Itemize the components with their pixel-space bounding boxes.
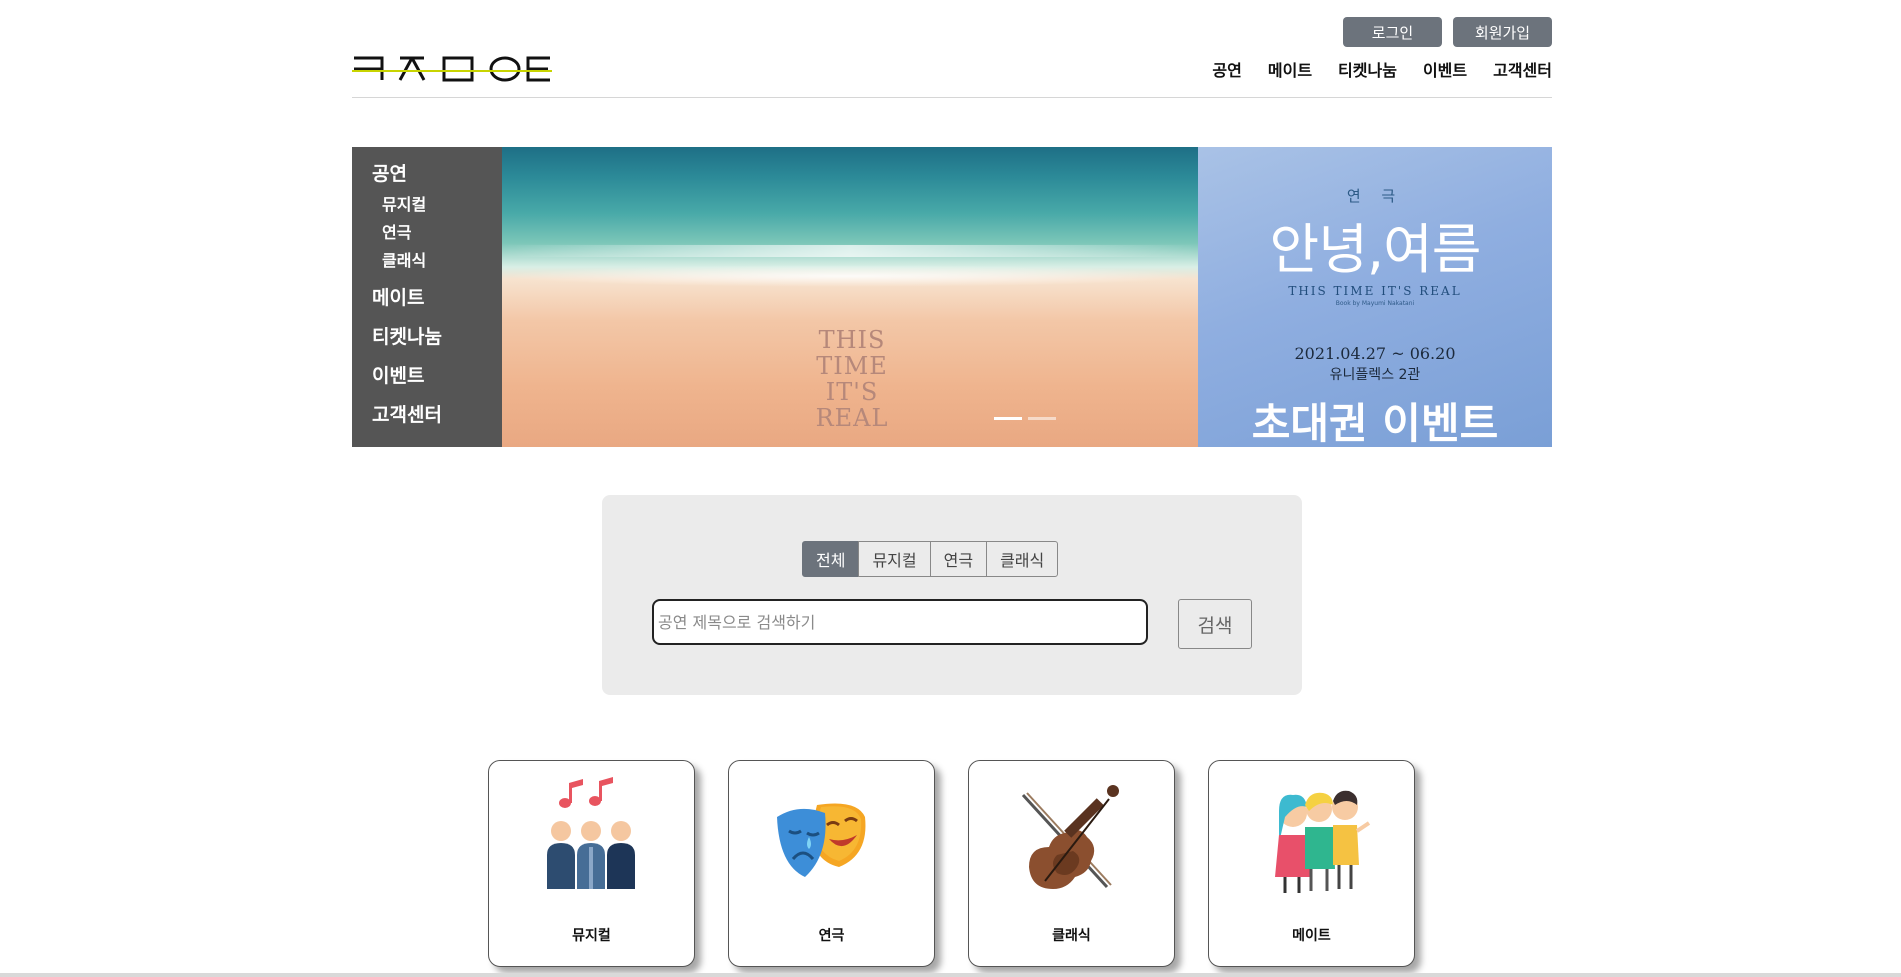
sidebar-item-mate[interactable]: 메이트 bbox=[352, 279, 502, 318]
auth-buttons: 로그인 회원가입 bbox=[1343, 17, 1552, 47]
site-header: 로그인 회원가입 공연 메이트 티켓나눔 이벤트 고객센터 bbox=[352, 0, 1552, 98]
logo[interactable] bbox=[352, 52, 552, 86]
sidebar-menu: 공연 뮤지컬 연극 클래식 메이트 티켓나눔 이벤트 고객센터 bbox=[352, 147, 502, 447]
search-panel: 전체 뮤지컬 연극 클래식 검색 bbox=[602, 495, 1302, 695]
sidebar-item-classic[interactable]: 클래식 bbox=[352, 247, 502, 275]
sidebar-item-ticket-share[interactable]: 티켓나눔 bbox=[352, 318, 502, 357]
category-cards: 뮤지컬 연극 클래식 메이트 bbox=[488, 760, 1415, 967]
poster-venue: 유니플렉스 2관 bbox=[1329, 367, 1421, 383]
banner-poster: 연 극 안녕,여름 THIS TIME IT'S REAL Book by Ma… bbox=[1198, 147, 1552, 447]
carousel-dot[interactable] bbox=[994, 417, 1022, 420]
category-card-play[interactable]: 연극 bbox=[728, 760, 935, 967]
beach-line: REAL bbox=[815, 404, 889, 432]
carousel-indicators bbox=[994, 417, 1056, 420]
category-card-classic[interactable]: 클래식 bbox=[968, 760, 1175, 967]
search-button[interactable]: 검색 bbox=[1178, 599, 1252, 649]
poster-event: 초대권 이벤트 bbox=[1251, 399, 1499, 447]
category-label: 뮤지컬 bbox=[572, 928, 611, 944]
poster-credit: Book by Mayumi Nakatani bbox=[1335, 300, 1415, 307]
category-card-musical[interactable]: 뮤지컬 bbox=[488, 760, 695, 967]
nav-mate[interactable]: 메이트 bbox=[1268, 57, 1312, 81]
sidebar-item-play[interactable]: 연극 bbox=[352, 219, 502, 247]
wave-foam bbox=[502, 265, 1198, 287]
category-label: 연극 bbox=[818, 928, 845, 944]
poster-title: 안녕,여름 bbox=[1269, 218, 1482, 281]
search-category-tabs: 전체 뮤지컬 연극 클래식 bbox=[802, 541, 1059, 577]
nav-performance[interactable]: 공연 bbox=[1212, 57, 1241, 81]
tab-play[interactable]: 연극 bbox=[929, 541, 988, 577]
banner-carousel[interactable]: THIS TIME IT'S REAL 연 극 안녕,여름 THIS TIME … bbox=[502, 147, 1552, 447]
beach-line: THIS bbox=[818, 326, 886, 354]
tab-all[interactable]: 전체 bbox=[802, 541, 860, 577]
beach-line: TIME bbox=[816, 352, 888, 380]
banner-beach-text: THIS TIME IT'S REAL bbox=[792, 327, 912, 431]
tab-musical[interactable]: 뮤지컬 bbox=[858, 541, 931, 577]
horizontal-scrollbar[interactable] bbox=[0, 973, 1901, 977]
violin-icon bbox=[1021, 785, 1119, 889]
wave-foam bbox=[502, 245, 1198, 257]
nav-event[interactable]: 이벤트 bbox=[1423, 57, 1467, 81]
join-button[interactable]: 회원가입 bbox=[1453, 17, 1552, 47]
singers-icon bbox=[547, 777, 635, 889]
sidebar-item-performance[interactable]: 공연 bbox=[352, 155, 502, 194]
login-button[interactable]: 로그인 bbox=[1343, 17, 1442, 47]
sidebar-submenu: 뮤지컬 연극 클래식 bbox=[352, 191, 502, 275]
banner-beach-image: THIS TIME IT'S REAL bbox=[502, 147, 1198, 447]
sidebar-item-event[interactable]: 이벤트 bbox=[352, 357, 502, 396]
carousel-dot[interactable] bbox=[1028, 417, 1056, 420]
sidebar-item-customer-center[interactable]: 고객센터 bbox=[352, 396, 502, 435]
category-label: 메이트 bbox=[1292, 928, 1331, 944]
top-nav: 공연 메이트 티켓나눔 이벤트 고객센터 bbox=[1212, 57, 1552, 81]
category-card-mate[interactable]: 메이트 bbox=[1208, 760, 1415, 967]
nav-ticket-share[interactable]: 티켓나눔 bbox=[1338, 57, 1397, 81]
poster-date: 2021.04.27 ~ 06.20 bbox=[1294, 344, 1456, 363]
sidebar-item-musical[interactable]: 뮤지컬 bbox=[352, 191, 502, 219]
nav-customer-center[interactable]: 고객센터 bbox=[1493, 57, 1552, 81]
search-input[interactable] bbox=[652, 599, 1148, 645]
poster-genre: 연 극 bbox=[1346, 187, 1404, 205]
poster-english-title: THIS TIME IT'S REAL bbox=[1288, 284, 1462, 298]
theater-masks-icon bbox=[777, 803, 866, 877]
tab-classic[interactable]: 클래식 bbox=[986, 541, 1059, 577]
beach-line: IT'S bbox=[825, 378, 879, 406]
category-label: 클래식 bbox=[1052, 928, 1091, 944]
friends-icon bbox=[1275, 790, 1371, 893]
